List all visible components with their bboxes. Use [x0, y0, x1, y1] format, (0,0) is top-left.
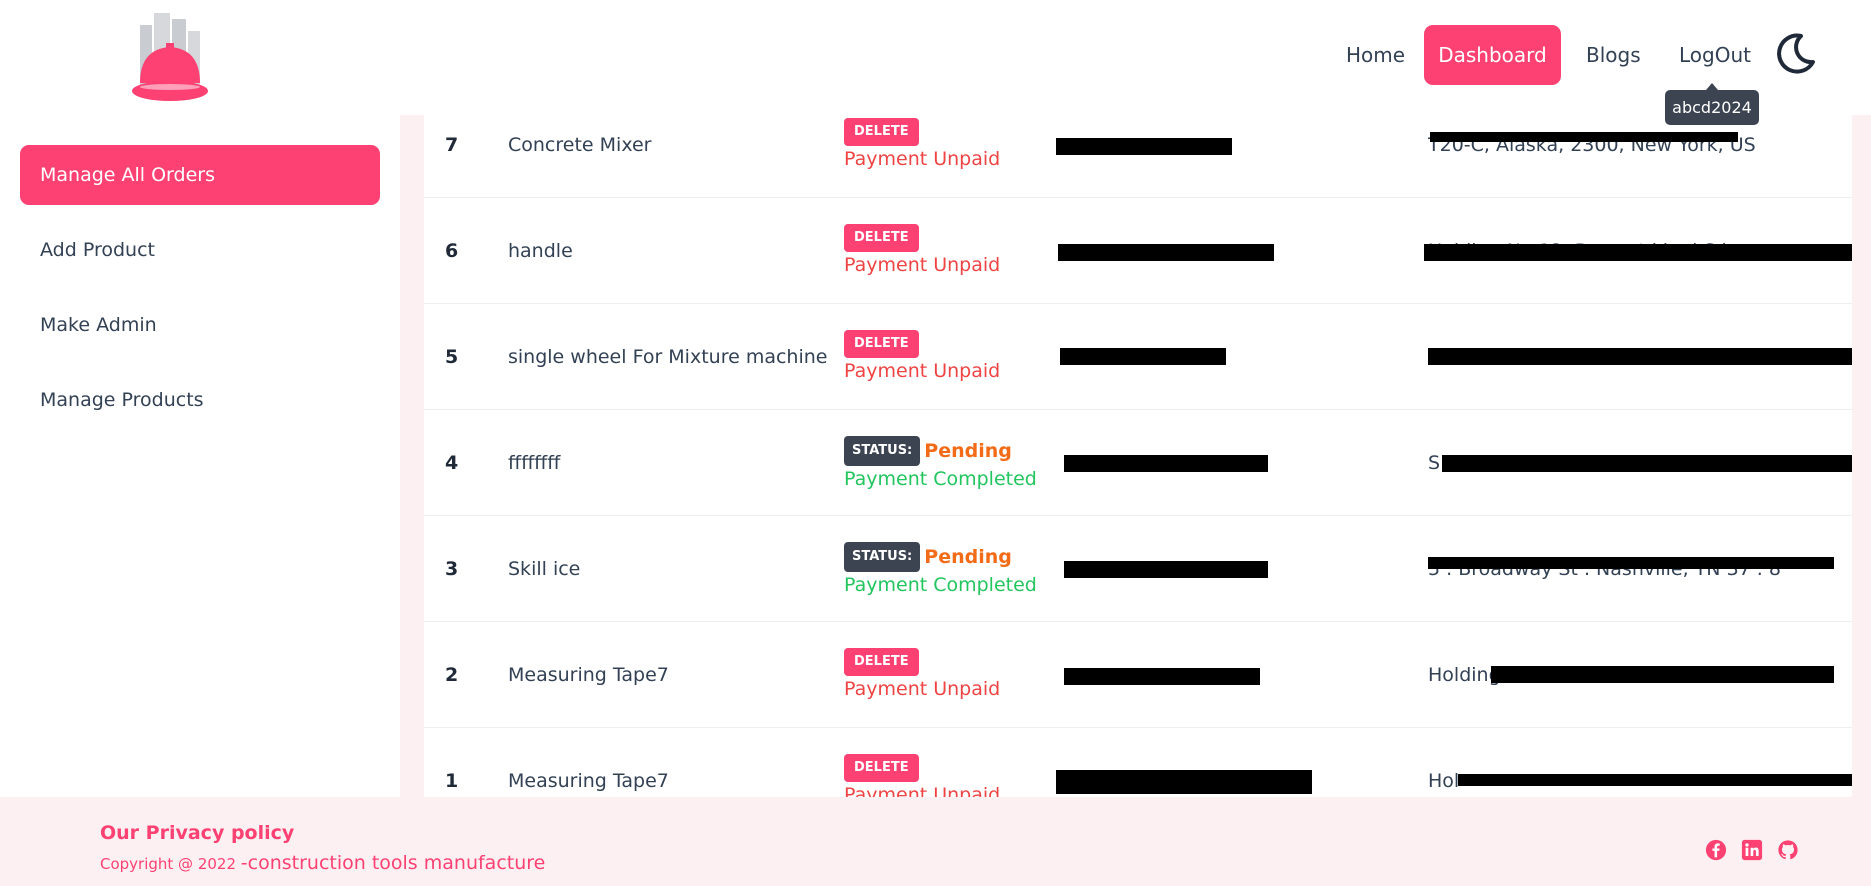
payment-status: Payment Unpaid — [844, 784, 1001, 797]
delete-button[interactable]: DELETE — [844, 754, 919, 782]
main-content: 7 Concrete Mixer DELETE Payment Unpaid T… — [400, 115, 1871, 797]
redaction-bar — [1064, 455, 1268, 472]
redaction-bar — [1056, 138, 1232, 155]
redaction-bar — [1056, 770, 1312, 794]
address-text: T20-C, Alaska, 2300, New York, US — [1428, 134, 1756, 156]
sidebar-item-manage-products[interactable]: Manage Products — [20, 370, 380, 430]
product-name: single wheel For Mixture machine — [508, 346, 828, 368]
payment-status: Payment Unpaid — [844, 360, 1001, 382]
linkedin-icon[interactable] — [1741, 839, 1763, 861]
redaction-bar — [1064, 561, 1268, 578]
customer-address: Holding No 12, Dry ent ki g i S k r — [1404, 198, 1852, 304]
order-status-cell: DELETE Payment Unpaid — [844, 754, 1044, 797]
nav-blogs-link[interactable]: Blogs — [1566, 25, 1661, 85]
status-badge: STATUS: — [844, 436, 921, 466]
sidebar: Manage All Orders Add Product Make Admin… — [0, 115, 400, 797]
order-status-cell: DELETE Payment Unpaid — [844, 224, 1044, 284]
table-row: 2 Measuring Tape7 DELETE Payment Unpaid … — [424, 622, 1852, 728]
payment-status: Payment Completed — [844, 574, 1037, 596]
status-pending: Pending — [924, 440, 1012, 462]
address-text: 5 . Broadway St . Nashville, TN 37 . 8 — [1428, 558, 1781, 580]
redaction-bar — [1428, 348, 1852, 365]
order-status-cell: STATUS: Pending Payment Completed — [844, 436, 1044, 496]
address-text: Hol — [1428, 770, 1460, 792]
customer-address: T20-C, Alaska, 2300, New York, US — [1404, 115, 1852, 198]
order-number: 2 — [445, 664, 459, 686]
redaction-bar — [1064, 668, 1260, 685]
customer-email — [1054, 622, 1394, 728]
redaction-bar — [1458, 774, 1852, 786]
product-name: ffffffff — [508, 452, 561, 474]
customer-address: 5 . Broadway St . Nashville, TN 37 . 8 — [1404, 516, 1852, 622]
table-row: 3 Skill ice STATUS: Pending Payment Compl… — [424, 516, 1852, 622]
delete-button[interactable]: DELETE — [844, 118, 919, 146]
redaction-bar — [1491, 666, 1834, 683]
product-name: Skill ice — [508, 558, 581, 580]
customer-address: Hol — [1404, 728, 1852, 797]
logo-helmet-icon[interactable] — [130, 5, 210, 105]
table-row: 7 Concrete Mixer DELETE Payment Unpaid T… — [424, 115, 1852, 198]
table-row: 1 Measuring Tape7 DELETE Payment Unpaid … — [424, 728, 1852, 797]
order-number: 6 — [445, 240, 459, 262]
order-number: 4 — [445, 452, 459, 474]
brand-name: -construction tools manufacture — [240, 852, 546, 874]
payment-status: Payment Unpaid — [844, 148, 1001, 170]
facebook-icon[interactable] — [1705, 839, 1727, 861]
status-badge: STATUS: — [844, 542, 921, 572]
sidebar-item-manage-orders[interactable]: Manage All Orders — [20, 145, 380, 205]
redaction-bar — [1060, 348, 1226, 365]
customer-address: S — [1404, 410, 1852, 516]
delete-button[interactable]: DELETE — [844, 330, 919, 358]
order-number: 1 — [445, 770, 459, 792]
sidebar-item-add-product[interactable]: Add Product — [20, 220, 380, 280]
redaction-bar — [1428, 557, 1834, 569]
order-status-cell: DELETE Payment Unpaid — [844, 330, 1044, 390]
order-status-cell: STATUS: Pending Payment Completed — [844, 542, 1044, 602]
orders-table[interactable]: 7 Concrete Mixer DELETE Payment Unpaid T… — [424, 115, 1852, 797]
payment-status: Payment Unpaid — [844, 678, 1001, 700]
redaction-bar — [1424, 244, 1852, 261]
order-status-cell: DELETE Payment Unpaid — [844, 118, 1044, 178]
nav-logout-link[interactable]: LogOut — [1659, 25, 1771, 85]
theme-toggle-moon-icon[interactable] — [1771, 30, 1819, 78]
table-row: 5 single wheel For Mixture machine DELET… — [424, 304, 1852, 410]
copyright-label: Copyright @ 2022 — [100, 855, 241, 873]
github-icon[interactable] — [1777, 839, 1799, 861]
customer-address — [1404, 304, 1852, 410]
nav-home-link[interactable]: Home — [1326, 25, 1425, 85]
customer-address: Holding dar — [1404, 622, 1852, 728]
navbar: Home Dashboard Blogs LogOut — [0, 0, 1871, 115]
order-number: 3 — [445, 558, 459, 580]
product-name: Concrete Mixer — [508, 134, 652, 156]
redaction-bar — [1442, 455, 1852, 472]
customer-email — [1054, 198, 1394, 304]
address-text: S — [1428, 452, 1441, 474]
product-name: handle — [508, 240, 573, 262]
table-row: 4 ffffffff STATUS: Pending Payment Comple… — [424, 410, 1852, 516]
customer-email — [1054, 304, 1394, 410]
redaction-bar — [1058, 244, 1274, 261]
customer-email — [1054, 410, 1394, 516]
payment-status: Payment Unpaid — [844, 254, 1001, 276]
order-number: 5 — [445, 346, 459, 368]
copyright-text: Copyright @ 2022 -construction tools man… — [100, 852, 545, 874]
product-name: Measuring Tape7 — [508, 664, 669, 686]
customer-email — [1054, 516, 1394, 622]
product-name: Measuring Tape7 — [508, 770, 669, 792]
delete-button[interactable]: DELETE — [844, 648, 919, 676]
order-number: 7 — [445, 134, 459, 156]
table-row: 6 handle DELETE Payment Unpaid Holding N… — [424, 198, 1852, 304]
payment-status: Payment Completed — [844, 468, 1037, 490]
nav-dashboard-link[interactable]: Dashboard — [1424, 25, 1561, 85]
privacy-policy-link[interactable]: Our Privacy policy — [100, 822, 294, 844]
footer: Our Privacy policy Copyright @ 2022 -con… — [0, 797, 1871, 886]
order-status-cell: DELETE Payment Unpaid — [844, 648, 1044, 708]
sidebar-item-make-admin[interactable]: Make Admin — [20, 295, 380, 355]
delete-button[interactable]: DELETE — [844, 224, 919, 252]
status-pending: Pending — [924, 546, 1012, 568]
user-tooltip: abcd2024 — [1665, 83, 1759, 125]
redaction-bar — [1430, 132, 1738, 142]
customer-email — [1054, 728, 1394, 797]
customer-email — [1054, 115, 1394, 198]
